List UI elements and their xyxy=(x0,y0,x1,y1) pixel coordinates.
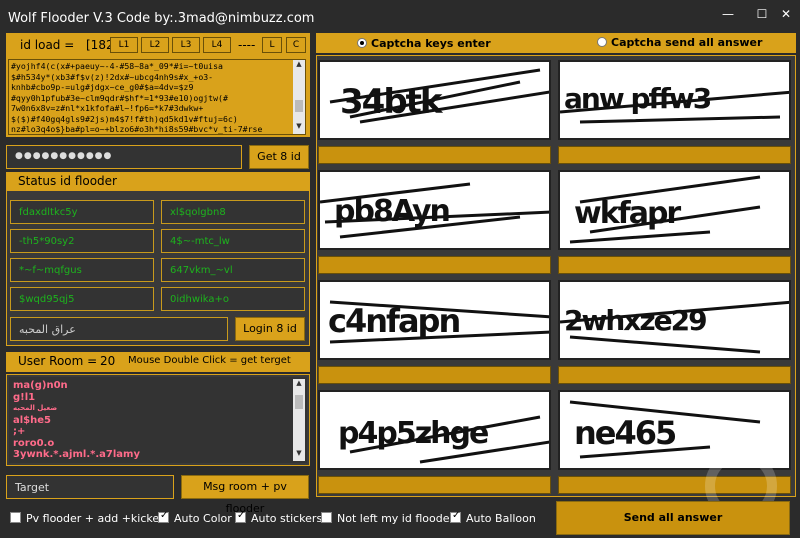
user-item[interactable]: al$he5 xyxy=(13,415,303,427)
captcha-text-5: c4nfapn xyxy=(328,302,461,340)
clear-button[interactable]: C xyxy=(286,37,306,53)
id-load-label: id load = xyxy=(20,38,75,52)
checkbox-label: Auto Balloon xyxy=(466,512,536,525)
id-list-scrollbar[interactable]: ▲ ▼ xyxy=(293,60,305,134)
captcha-image-5: c4nfapn xyxy=(318,280,551,360)
captcha-keys-radio[interactable]: Captcha keys enter xyxy=(357,37,491,50)
user-list-items: ma(g)n0n g!l1 ضعيل المحبه al$he5 ;+ roro… xyxy=(9,377,307,463)
minimize-button[interactable]: — xyxy=(718,6,738,22)
login-8-id-button[interactable]: Login 8 id xyxy=(235,317,305,341)
status-header: Status id flooder xyxy=(18,174,117,188)
user-list-frame: ma(g)n0n g!l1 ضعيل المحبه al$he5 ;+ roro… xyxy=(6,374,310,466)
maximize-button[interactable]: ☐ xyxy=(752,6,772,22)
checkbox-checked-icon[interactable] xyxy=(450,510,461,523)
captcha-send-radio[interactable]: Captcha send all answer xyxy=(597,36,762,49)
checkbox-checked-icon[interactable] xyxy=(235,510,246,523)
captcha-input-5[interactable] xyxy=(318,366,551,384)
msg-room-pv-flooder-button[interactable]: Msg room + pv flooder xyxy=(181,475,309,515)
captcha-text-1: 34btk xyxy=(340,82,443,122)
scroll-thumb[interactable] xyxy=(295,100,303,112)
scroll-up-icon[interactable]: ▲ xyxy=(293,60,305,72)
checkbox-unchecked-icon[interactable] xyxy=(10,512,21,523)
target-input[interactable]: Target xyxy=(6,475,174,499)
load-l-button[interactable]: L xyxy=(262,37,282,53)
not-left-id-checkbox[interactable]: Not left my id flooder xyxy=(321,512,454,525)
captcha-text-7: p4p5zhge xyxy=(338,416,489,451)
captcha-input-2[interactable] xyxy=(558,146,791,164)
captcha-image-7: p4p5zhge xyxy=(318,390,551,470)
password-field[interactable]: ●●●●●●●●●●● xyxy=(6,145,242,169)
load-l2-button[interactable]: L2 xyxy=(141,37,169,53)
scroll-down-icon[interactable]: ▼ xyxy=(293,122,305,134)
checkbox-unchecked-icon[interactable] xyxy=(321,512,332,523)
captcha-input-1[interactable] xyxy=(318,146,551,164)
captcha-text-4: wkfapr xyxy=(574,196,681,231)
user-list-scrollbar[interactable]: ▲ ▼ xyxy=(293,379,305,461)
user-item[interactable]: ;+ xyxy=(13,426,303,438)
user-item[interactable]: g!l1 xyxy=(13,392,303,404)
user-room-label: User Room = xyxy=(18,354,98,368)
captcha-image-2: anw pffw3 xyxy=(558,60,791,140)
scroll-thumb[interactable] xyxy=(295,395,303,409)
user-item[interactable]: ضعيل المحبه xyxy=(13,403,303,415)
checkbox-label: Not left my id flooder xyxy=(337,512,454,525)
status-field-3[interactable]: -th5*90sy2 xyxy=(10,229,154,253)
captcha-keys-label: Captcha keys enter xyxy=(371,37,491,50)
status-field-1[interactable]: fdaxdltkc5y xyxy=(10,200,154,224)
auto-color-checkbox[interactable]: Auto Color xyxy=(158,510,232,525)
status-field-5[interactable]: *~f~mqfgus xyxy=(10,258,154,282)
user-item[interactable]: roro0.o xyxy=(13,438,303,450)
captcha-input-4[interactable] xyxy=(558,256,791,274)
status-field-8[interactable]: 0idhwika+o xyxy=(161,287,305,311)
load-l3-button[interactable]: L3 xyxy=(172,37,200,53)
user-room-hint: Mouse Double Click = get terget xyxy=(128,355,291,366)
captcha-image-4: wkfapr xyxy=(558,170,791,250)
user-item[interactable]: ma(g)n0n xyxy=(13,380,303,392)
auto-stickers-checkbox[interactable]: Auto stickers xyxy=(235,510,323,525)
captcha-input-6[interactable] xyxy=(558,366,791,384)
window-title: Wolf Flooder V.3 Code by:.3mad@nimbuzz.c… xyxy=(8,11,315,26)
checkbox-label: Auto Color xyxy=(174,512,232,525)
captcha-input-3[interactable] xyxy=(318,256,551,274)
status-field-2[interactable]: xl$qolgbn8 xyxy=(161,200,305,224)
user-room-count: 20 xyxy=(100,354,116,368)
user-item[interactable]: 3ywnk.*.ajml.*.a7lamy xyxy=(13,449,303,461)
id-list-textarea[interactable]: #yojhf4(c(x#+paeuy~-4-#58~8a*_09*#i=~t0u… xyxy=(8,59,306,135)
captcha-image-3: pb8Ayn xyxy=(318,170,551,250)
auto-balloon-checkbox[interactable]: Auto Balloon xyxy=(450,510,536,525)
captcha-text-6: 2whxze29 xyxy=(564,304,708,337)
get-8-id-button[interactable]: Get 8 id xyxy=(249,145,309,169)
id-list-frame: #yojhf4(c(x#+paeuy~-4-#58~8a*_09*#i=~t0u… xyxy=(6,57,310,137)
scroll-up-icon[interactable]: ▲ xyxy=(293,379,305,391)
checkbox-checked-icon[interactable] xyxy=(158,510,169,523)
send-all-answer-button[interactable]: Send all answer xyxy=(556,501,790,535)
captcha-send-label: Captcha send all answer xyxy=(611,36,763,49)
status-field-7[interactable]: $wqd95qj5 xyxy=(10,287,154,311)
captcha-text-2: anw pffw3 xyxy=(564,82,712,115)
checkbox-label: Auto stickers xyxy=(251,512,323,525)
title-bar: Wolf Flooder V.3 Code by:.3mad@nimbuzz.c… xyxy=(0,0,800,30)
load-l4-button[interactable]: L4 xyxy=(203,37,231,53)
captcha-image-1: 34btk xyxy=(318,60,551,140)
id-load-separator: ---- xyxy=(238,38,256,52)
captcha-text-3: pb8Ayn xyxy=(334,194,451,229)
scroll-down-icon[interactable]: ▼ xyxy=(293,449,305,461)
status-field-6[interactable]: 647vkm_~vl xyxy=(161,258,305,282)
pv-flooder-checkbox[interactable]: Pv flooder + add +kicked xyxy=(10,512,166,525)
radio-selected-icon[interactable] xyxy=(357,38,367,48)
status-field-4[interactable]: 4$~-mtc_lw xyxy=(161,229,305,253)
user-list[interactable]: ma(g)n0n g!l1 ضعيل المحبه al$he5 ;+ roro… xyxy=(9,377,307,463)
captcha-text-8: ne465 xyxy=(574,414,677,452)
id-list-text: #yojhf4(c(x#+paeuy~-4-#58~8a*_09*#i=~t0u… xyxy=(11,61,263,134)
captcha-image-6: 2whxze29 xyxy=(558,280,791,360)
load-l1-button[interactable]: L1 xyxy=(110,37,138,53)
captcha-input-7[interactable] xyxy=(318,476,551,494)
close-button[interactable]: ✕ xyxy=(776,6,796,22)
checkbox-label: Pv flooder + add +kicked xyxy=(26,512,167,525)
user-room-bar: User Room = 20 Mouse Double Click = get … xyxy=(6,352,310,372)
status-header-bar: Status id flooder xyxy=(6,172,310,190)
radio-unselected-icon[interactable] xyxy=(597,37,607,47)
room-name-field[interactable]: عراق المحبه xyxy=(10,317,228,341)
